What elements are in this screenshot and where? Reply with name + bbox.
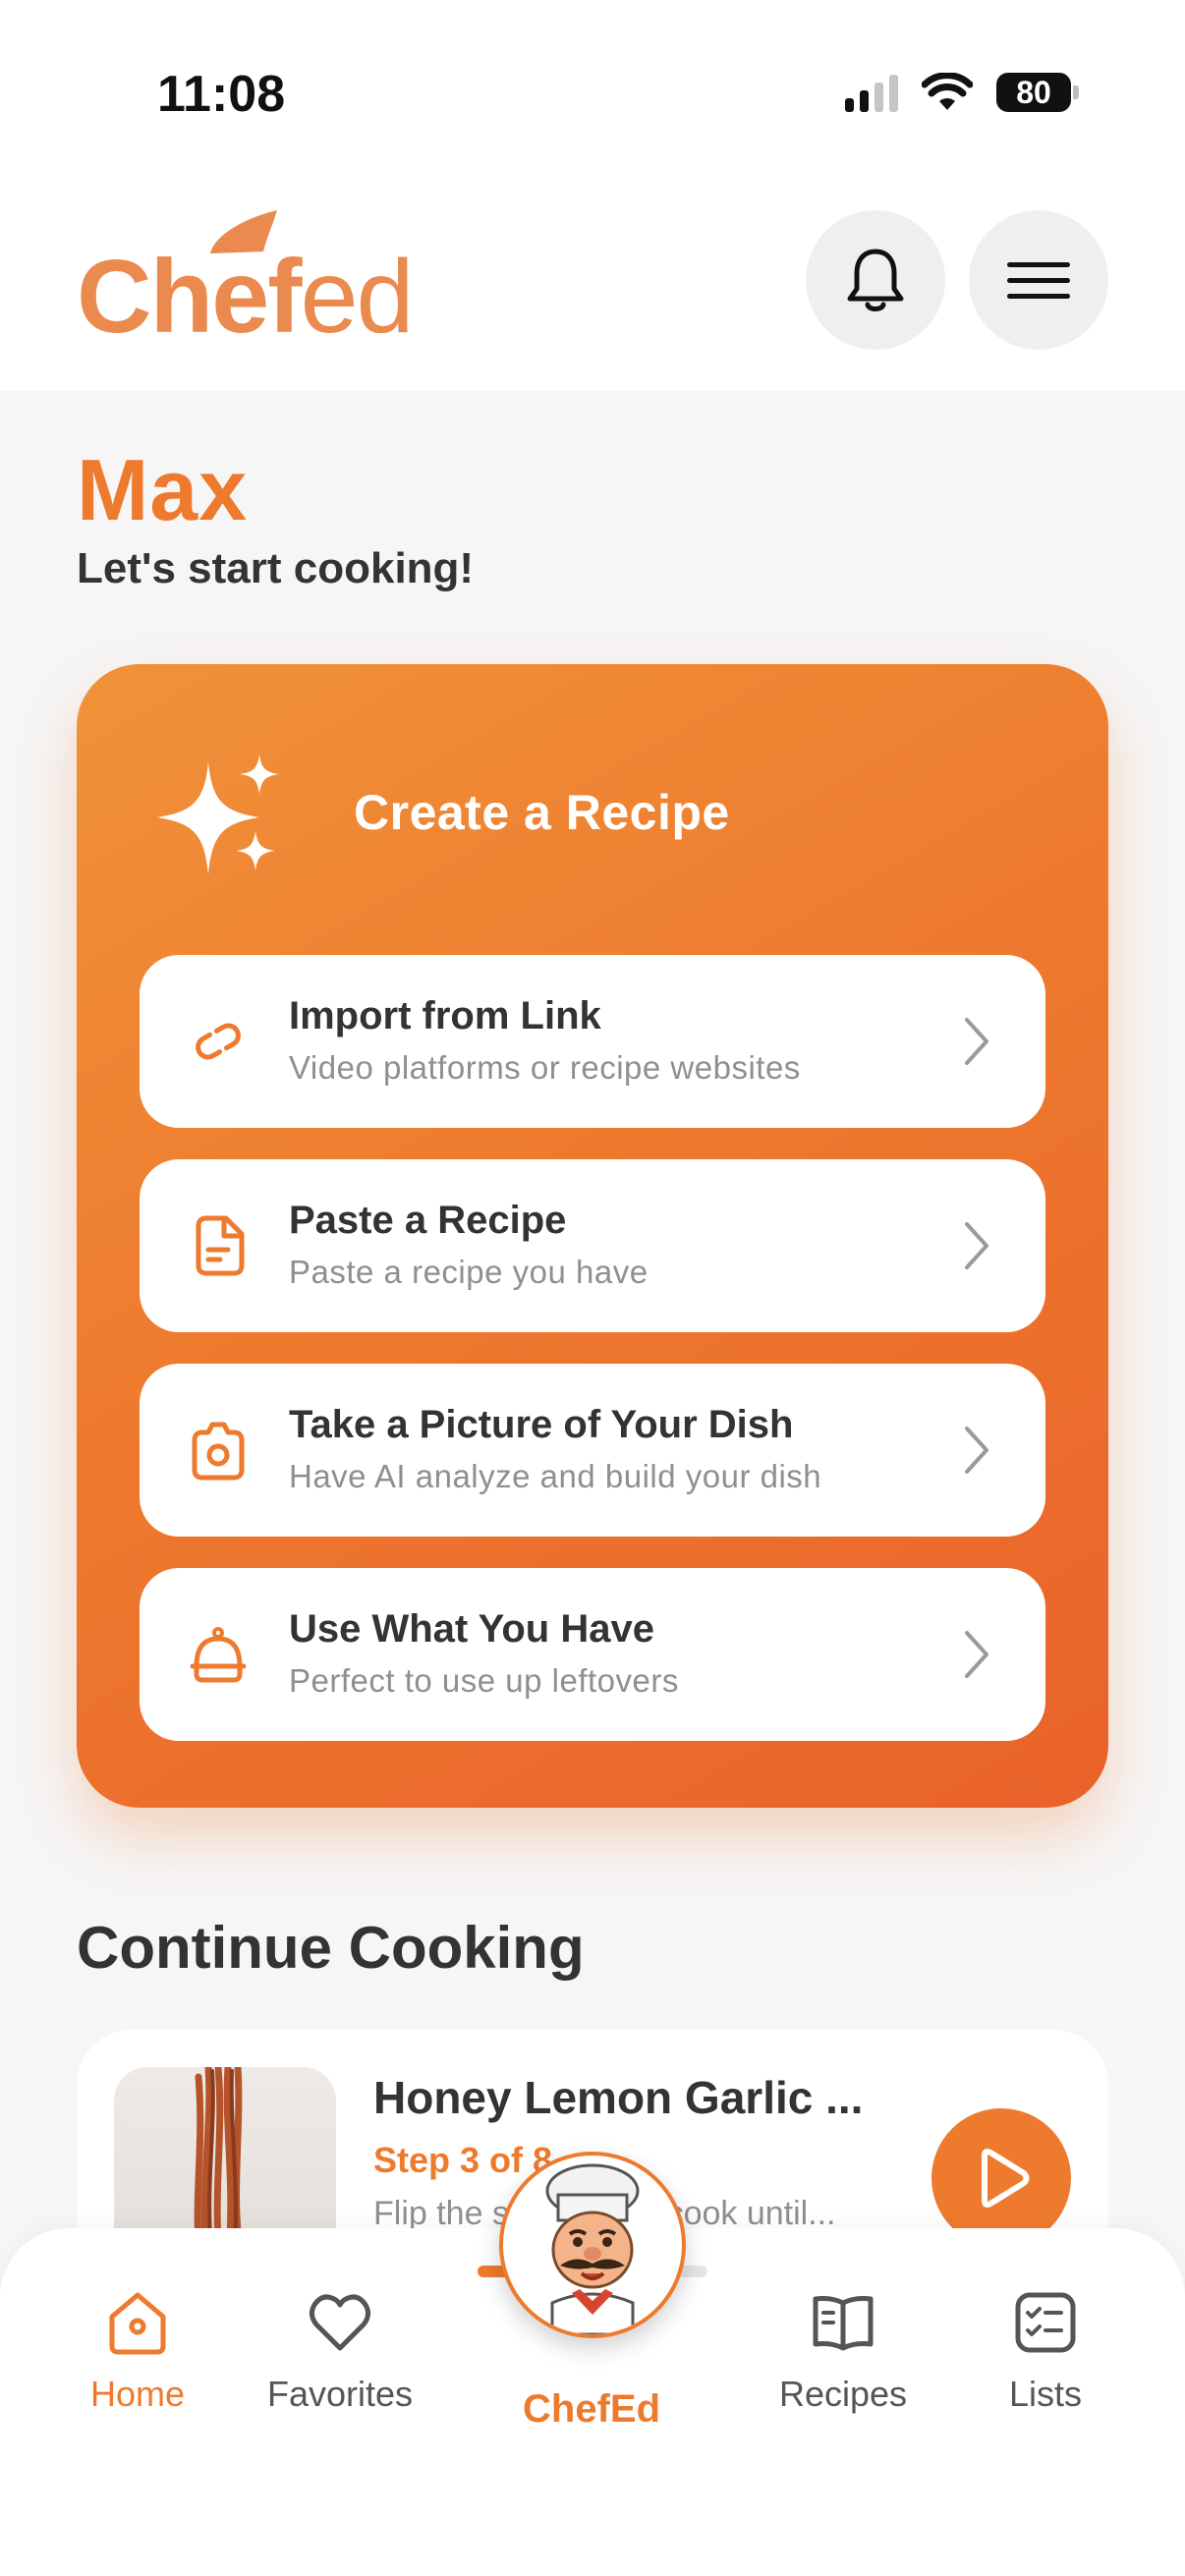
status-icons: 80 — [845, 73, 1079, 112]
sparkle-icon — [157, 755, 279, 874]
tab-favorites[interactable]: Favorites — [242, 2287, 438, 2415]
tab-label: Recipes — [778, 2374, 908, 2414]
chevron-right-icon — [965, 1631, 988, 1678]
app-logo[interactable]: Chefed — [77, 245, 414, 349]
chevron-right-icon — [965, 1427, 988, 1474]
camera-icon — [192, 1422, 245, 1481]
menu-button[interactable] — [969, 210, 1108, 350]
chef-mascot-icon — [503, 2156, 682, 2334]
wifi-icon — [922, 73, 973, 110]
greeting-name: Max — [77, 441, 249, 538]
play-icon — [982, 2149, 1030, 2208]
option-subtitle: Perfect to use up leftovers — [289, 1662, 679, 1699]
bell-icon — [847, 249, 904, 311]
recipe-name: Honey Lemon Garlic ... — [373, 2072, 864, 2123]
option-subtitle: Paste a recipe you have — [289, 1254, 649, 1290]
link-icon — [196, 1023, 241, 1060]
create-recipe-title: Create a Recipe — [354, 785, 730, 840]
import-from-link-option[interactable]: Import from Link Video platforms or reci… — [140, 955, 1045, 1128]
status-bar: 11:08 80 — [0, 0, 1185, 187]
option-title: Paste a Recipe — [289, 1199, 567, 1242]
option-subtitle: Have AI analyze and build your dish — [289, 1458, 822, 1494]
paste-a-recipe-option[interactable]: Paste a Recipe Paste a recipe you have — [140, 1159, 1045, 1332]
tab-lists[interactable]: Lists — [947, 2287, 1144, 2415]
take-a-picture-option[interactable]: Take a Picture of Your Dish Have AI anal… — [140, 1364, 1045, 1537]
option-subtitle: Video platforms or recipe websites — [289, 1049, 801, 1086]
home-icon — [109, 2292, 166, 2355]
document-icon — [196, 1215, 245, 1276]
option-title: Import from Link — [289, 994, 601, 1037]
heart-icon — [309, 2294, 371, 2351]
notifications-button[interactable] — [806, 210, 945, 350]
status-time: 11:08 — [157, 66, 286, 123]
tab-label: ChefEd — [523, 2387, 660, 2431]
tab-label: Lists — [1008, 2374, 1083, 2414]
create-recipe-card: Create a Recipe Import from Link Video p… — [77, 664, 1108, 1808]
tab-label: Favorites — [266, 2374, 414, 2414]
greeting-subtitle: Let's start cooking! — [77, 544, 475, 592]
chef-avatar-button[interactable] — [499, 2152, 686, 2338]
checklist-icon — [1015, 2292, 1076, 2353]
option-title: Take a Picture of Your Dish — [289, 1403, 794, 1446]
cloche-icon — [190, 1627, 247, 1683]
option-title: Use What You Have — [289, 1607, 654, 1651]
cellular-signal-icon — [845, 73, 898, 112]
book-icon — [813, 2296, 874, 2351]
chevron-right-icon — [965, 1018, 988, 1065]
chevron-right-icon — [965, 1222, 988, 1269]
recipe-step: Step 3 of 8 — [373, 2140, 553, 2180]
app-header: Chefed — [0, 187, 1185, 391]
continue-cooking-title: Continue Cooking — [77, 1915, 585, 1981]
resume-cooking-button[interactable] — [931, 2108, 1071, 2248]
battery-icon: 80 — [996, 73, 1079, 112]
tab-recipes[interactable]: Recipes — [745, 2287, 941, 2415]
tab-label: Home — [89, 2374, 186, 2414]
use-what-you-have-option[interactable]: Use What You Have Perfect to use up left… — [140, 1568, 1045, 1741]
tab-home[interactable]: Home — [39, 2287, 236, 2415]
hamburger-menu-icon — [1007, 262, 1070, 299]
battery-level: 80 — [996, 73, 1071, 112]
tab-chefed[interactable]: ChefEd — [493, 2387, 690, 2432]
